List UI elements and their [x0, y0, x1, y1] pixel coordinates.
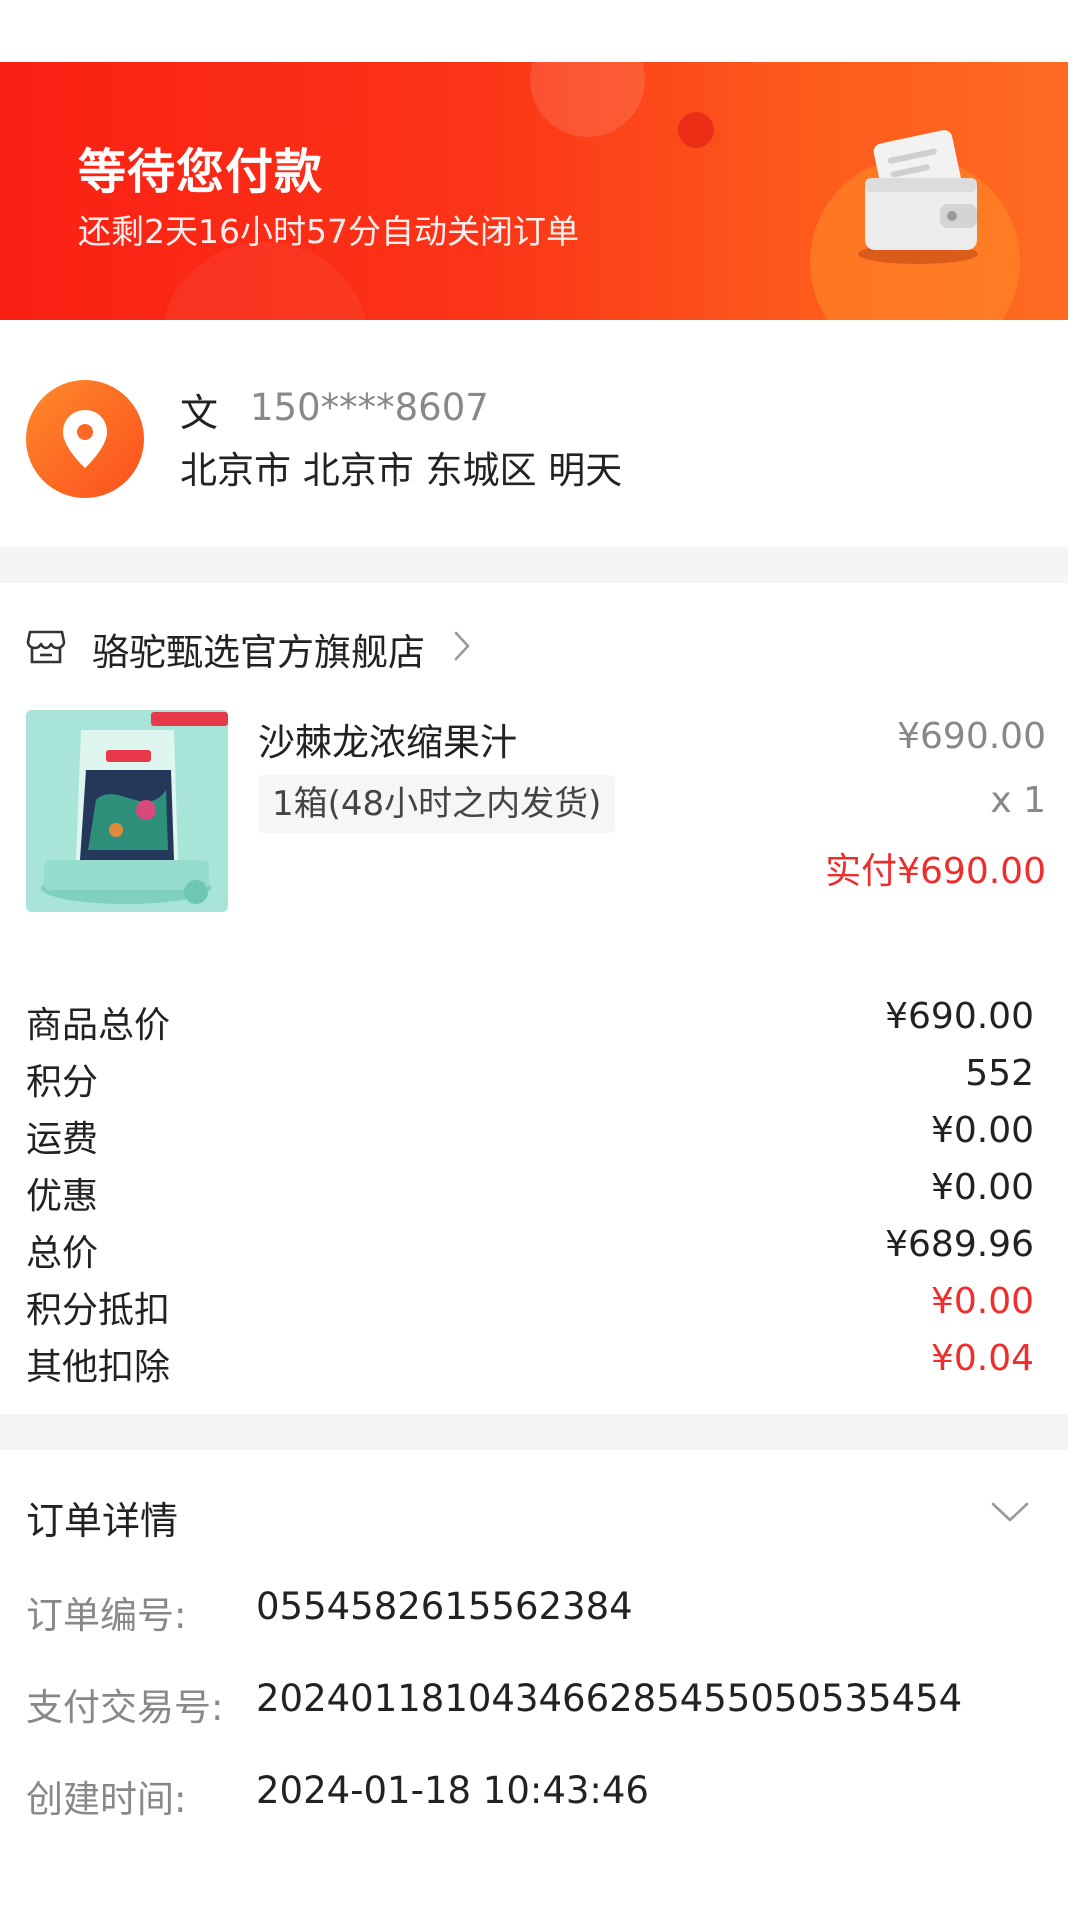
summary-row-points: 积分 552 — [26, 1053, 1034, 1103]
summary-value: ¥689.96 — [885, 1224, 1034, 1265]
summary-value: ¥0.00 — [930, 1110, 1034, 1151]
summary-row-discount: 优惠 ¥0.00 — [26, 1167, 1034, 1217]
address-line: 北京市 北京市 东城区 明天 — [180, 449, 623, 492]
section-divider — [0, 1414, 1068, 1450]
summary-row-subtotal: 商品总价 ¥690.00 — [26, 996, 1034, 1046]
shipping-address[interactable]: 文 150****8607 北京市 北京市 东城区 明天 — [0, 320, 1068, 547]
summary-value: ¥0.04 — [930, 1338, 1034, 1379]
summary-value: 552 — [965, 1053, 1034, 1094]
product-spec-tag: 1箱(48小时之内发货) — [258, 775, 616, 833]
detail-label: 支付交易号: — [26, 1686, 224, 1729]
order-detail-title[interactable]: 订单详情 — [26, 1490, 178, 1545]
summary-row-other-deduction: 其他扣除 ¥0.04 — [26, 1338, 1034, 1388]
payment-status-banner: 等待您付款 还剩2天16小时57分自动关闭订单 — [0, 62, 1068, 320]
summary-label: 总价 — [26, 1233, 99, 1274]
detail-label: 订单编号: — [26, 1594, 187, 1637]
summary-value: ¥690.00 — [885, 996, 1034, 1037]
summary-value: ¥0.00 — [930, 1167, 1034, 1208]
decor-bubble — [678, 112, 714, 148]
summary-row-total: 总价 ¥689.96 — [26, 1224, 1034, 1274]
recipient-phone: 150****8607 — [250, 386, 489, 429]
detail-value: 0554582615562384 — [256, 1585, 633, 1628]
summary-label: 运费 — [26, 1119, 99, 1160]
summary-label: 其他扣除 — [26, 1347, 171, 1388]
summary-label: 积分抵扣 — [26, 1290, 171, 1331]
product-name[interactable]: 沙棘龙浓缩果汁 — [258, 712, 517, 766]
summary-label: 商品总价 — [26, 1005, 171, 1046]
store-icon — [26, 630, 66, 664]
shop-name: 骆驼甄选官方旗舰店 — [92, 631, 425, 674]
section-divider — [0, 547, 1068, 583]
quantity: x 1 — [990, 780, 1046, 821]
product-image[interactable] — [26, 710, 228, 912]
order-detail-page: 等待您付款 还剩2天16小时57分自动关闭订单 文 150****8607 北京… — [0, 0, 1080, 1920]
detail-label: 创建时间: — [26, 1778, 187, 1821]
decor-bubble — [530, 62, 645, 137]
chevron-down-icon[interactable] — [990, 1500, 1030, 1524]
countdown-text: 还剩2天16小时57分自动关闭订单 — [78, 212, 579, 251]
wallet-icon — [858, 130, 978, 264]
summary-label: 积分 — [26, 1062, 99, 1103]
detail-value: 2024-01-18 10:43:46 — [256, 1769, 649, 1812]
decor-bubble — [160, 242, 370, 320]
summary-value: ¥0.00 — [930, 1281, 1034, 1322]
location-icon — [26, 380, 144, 498]
chevron-right-icon — [454, 631, 470, 661]
paid-amount: 实付¥690.00 — [825, 851, 1046, 892]
recipient-name: 文 — [180, 391, 219, 435]
summary-label: 优惠 — [26, 1176, 99, 1217]
summary-row-shipping: 运费 ¥0.00 — [26, 1110, 1034, 1160]
status-title: 等待您付款 — [78, 144, 324, 200]
shop-link[interactable]: 骆驼甄选官方旗舰店 — [0, 612, 1068, 682]
detail-value: 202401181043466285455050535454 — [256, 1677, 963, 1720]
unit-price: ¥690.00 — [897, 716, 1046, 757]
summary-row-points-deduction: 积分抵扣 ¥0.00 — [26, 1281, 1034, 1331]
